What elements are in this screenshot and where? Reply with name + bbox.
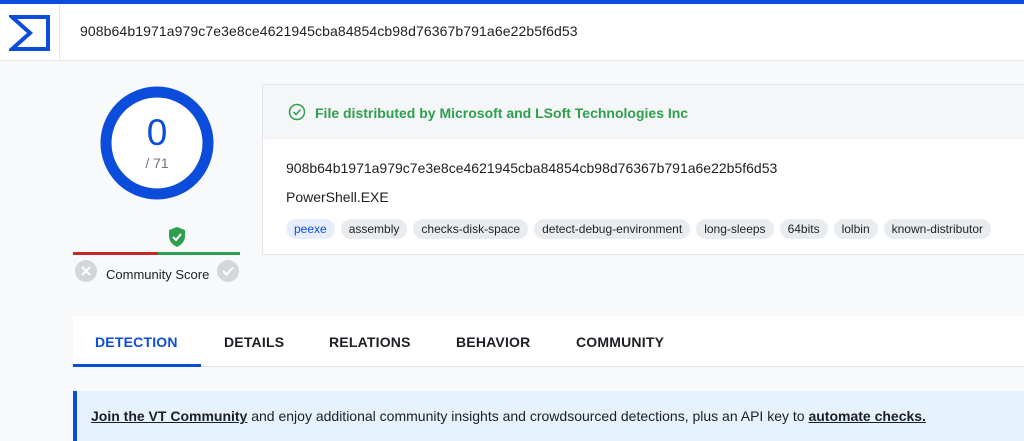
search-input[interactable]: 908b64b1971a979c7e3e8ce4621945cba84854cb… bbox=[80, 23, 578, 39]
community-score-bar-negative bbox=[73, 252, 158, 255]
tag-checks-disk-space[interactable]: checks-disk-space bbox=[413, 219, 529, 239]
community-score-label: Community Score bbox=[106, 267, 210, 282]
tag-known-distributor[interactable]: known-distributor bbox=[883, 219, 991, 239]
tab-detection[interactable]: DETECTION bbox=[95, 334, 178, 350]
community-banner: Join the VT Community and enjoy addition… bbox=[73, 391, 1024, 441]
tab-community[interactable]: COMMUNITY bbox=[576, 334, 664, 350]
tag-detect-debug-environment[interactable]: detect-debug-environment bbox=[534, 219, 691, 239]
shield-check-icon bbox=[169, 227, 185, 247]
check-icon bbox=[222, 266, 234, 276]
community-score-bar-positive bbox=[158, 252, 240, 255]
active-tab-indicator bbox=[73, 364, 201, 367]
tab-details[interactable]: DETAILS bbox=[224, 334, 284, 350]
report-tabs: DETECTION DETAILS RELATIONS BEHAVIOR COM… bbox=[73, 316, 1024, 367]
tag-list: peexe assembly checks-disk-space detect-… bbox=[286, 219, 991, 239]
tag-64bits[interactable]: 64bits bbox=[779, 219, 828, 239]
file-hash: 908b64b1971a979c7e3e8ce4621945cba84854cb… bbox=[286, 160, 778, 176]
tab-behavior[interactable]: BEHAVIOR bbox=[456, 334, 530, 350]
tab-relations[interactable]: RELATIONS bbox=[329, 334, 411, 350]
top-bar: 908b64b1971a979c7e3e8ce4621945cba84854cb… bbox=[0, 4, 1024, 61]
tag-lolbin[interactable]: lolbin bbox=[833, 219, 878, 239]
tag-peexe[interactable]: peexe bbox=[286, 219, 335, 239]
tag-long-sleeps[interactable]: long-sleeps bbox=[696, 219, 774, 239]
engine-total: / 71 bbox=[145, 155, 169, 171]
virustotal-logo-icon[interactable] bbox=[0, 4, 60, 61]
banner-text: Join the VT Community and enjoy addition… bbox=[91, 408, 926, 424]
tag-assembly[interactable]: assembly bbox=[340, 219, 408, 239]
close-icon bbox=[81, 266, 91, 276]
file-info-card: File distributed by Microsoft and LSoft … bbox=[262, 84, 1024, 255]
banner-middle-text: and enjoy additional community insights … bbox=[247, 408, 809, 424]
join-community-link[interactable]: Join the VT Community bbox=[91, 408, 247, 424]
distributor-header: File distributed by Microsoft and LSoft … bbox=[263, 85, 1024, 139]
file-name: PowerShell.EXE bbox=[286, 189, 389, 205]
upvote-button[interactable] bbox=[217, 260, 239, 282]
distributor-text: File distributed by Microsoft and LSoft … bbox=[315, 105, 689, 121]
automate-checks-link[interactable]: automate checks. bbox=[808, 408, 926, 424]
detection-count: 0 bbox=[146, 112, 168, 153]
check-circle-icon bbox=[288, 103, 306, 121]
downvote-button[interactable] bbox=[75, 260, 97, 282]
